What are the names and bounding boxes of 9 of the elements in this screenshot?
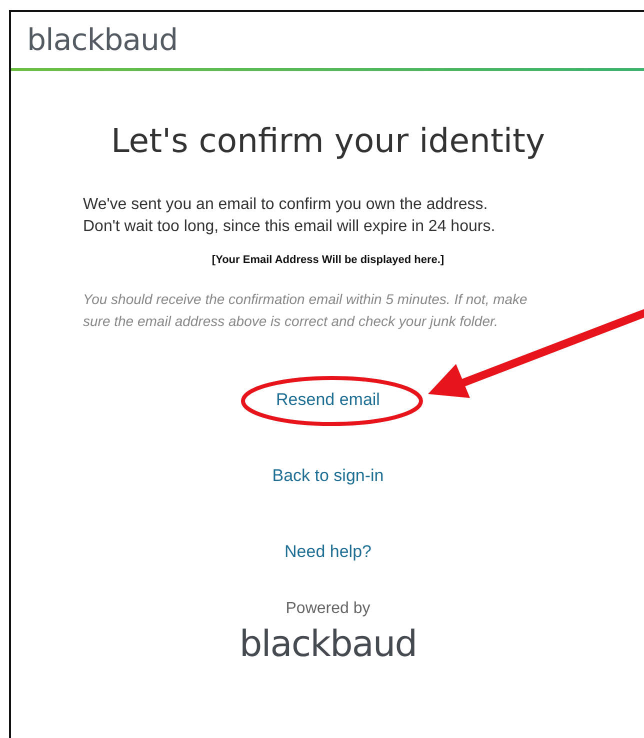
page-title: Let's confirm your identity [110,121,546,160]
powered-by-text: Powered by [286,600,370,618]
footer-logo: blackbaud [239,624,417,665]
message-text: We've sent you an email to confirm you own the address. Don't wait too long, since this email will expire in 24 hours. [83,195,496,237]
text-link[interactable]: Need help? [284,542,372,561]
note-text: You should receive the confirmation email within 5 minutes. If not, make sure the email address above is correct and check your junk folder. [83,290,528,331]
text-link[interactable]: Back to sign-in [272,466,384,485]
logo: blackbaud [27,22,178,58]
email-address-text: [Your Email Address Will be displayed here.] [212,254,444,266]
